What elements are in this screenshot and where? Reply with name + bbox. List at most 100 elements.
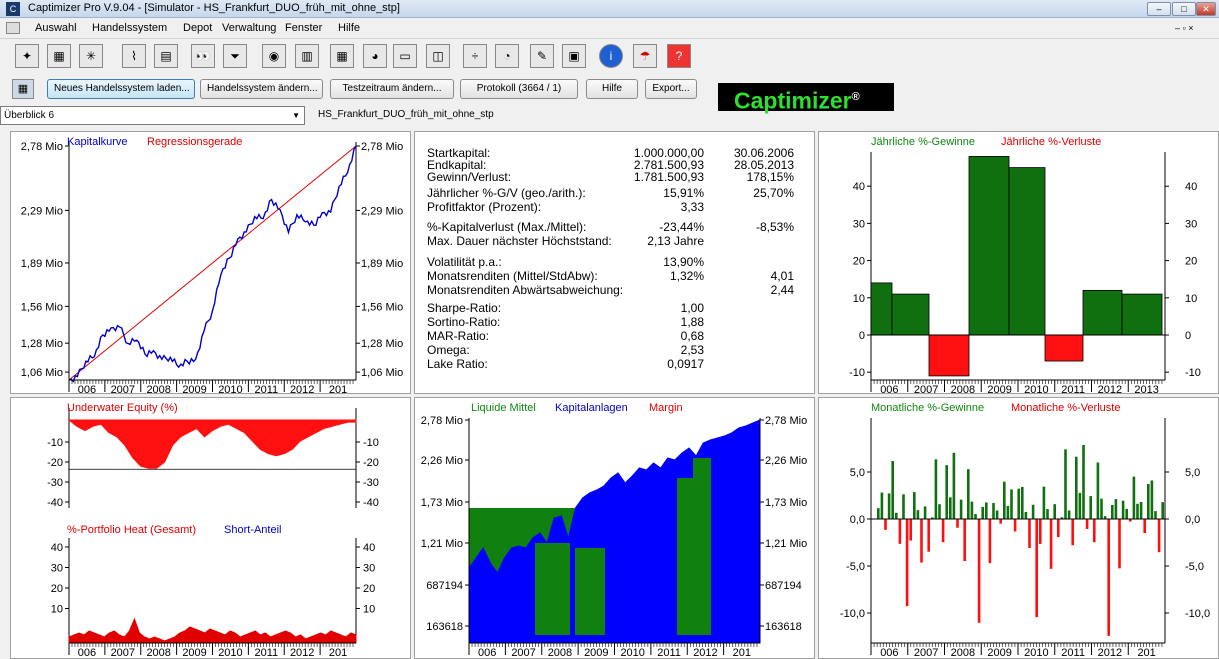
book-icon[interactable]: ◫ (426, 44, 450, 68)
edit-system-button[interactable]: Handelssystem ändern... (200, 79, 323, 99)
loss-bar (999, 519, 1002, 524)
protocol-button[interactable]: Protokoll (3664 / 1) (460, 79, 578, 99)
y-tick-left: 163618 (426, 621, 463, 633)
loss-bar (1057, 519, 1060, 538)
loss-bar (1013, 519, 1017, 532)
loss-bar (884, 519, 887, 530)
change-period-button[interactable]: Testzeitraum ändern... (330, 79, 454, 99)
equity-curve-chart: 2,78 Mio 2,78 Mio 2,29 Mio 2,29 Mio 1,89 Mio… (21, 141, 403, 393)
gain-bar (1024, 511, 1028, 519)
document-icon[interactable] (6, 22, 20, 34)
gain-bar (959, 499, 963, 519)
investments-title: Kapitalanlagen (555, 402, 628, 414)
menu-depot[interactable]: Depot (183, 22, 212, 34)
chart-icon[interactable]: ▤ (154, 44, 178, 68)
info-icon[interactable]: i (599, 44, 623, 68)
cubes-icon[interactable]: ▦ (47, 44, 71, 68)
loss-bar (1157, 519, 1161, 553)
cube-icon[interactable]: ▣ (562, 44, 586, 68)
loss-bar (988, 519, 992, 564)
stat-label: Max. Dauer nächster Höchststand: (427, 234, 612, 248)
underwater-title: Underwater Equity (%) (67, 402, 178, 414)
close-button[interactable]: ✕ (1196, 2, 1216, 16)
stat-value-2: 2,44 (770, 283, 794, 297)
loss-bar (1071, 519, 1074, 546)
depot-icon[interactable]: ◉ (262, 44, 286, 68)
gain-bar (1075, 456, 1078, 519)
liquidity-gap (535, 543, 570, 643)
underwater-panel: -10 -10 -20 -20 -30 -30 -40 -40 40 40 30 30 20 20 10 10… (10, 397, 411, 659)
y-tick-right: 1,28 Mio (361, 338, 403, 350)
line-chart-icon[interactable]: ⌇ (122, 44, 146, 68)
mdi-controls[interactable]: – ▫ × (1175, 23, 1193, 33)
menu-handelssystem[interactable]: Handelssystem (92, 22, 167, 34)
loss-bar (905, 519, 909, 607)
gain-bar (1008, 167, 1046, 336)
menu-bar: Auswahl Handelssystem Depot Verwaltung F… (0, 19, 1219, 39)
loss-bar (963, 519, 966, 562)
y-tick-right: -20 (363, 457, 379, 469)
menu-auswahl[interactable]: Auswahl (35, 22, 77, 34)
regression-line (68, 145, 357, 381)
chevron-down-icon: ▼ (292, 111, 300, 120)
heat-y-tick-left: 20 (51, 583, 63, 595)
pie-icon[interactable]: ◕ (363, 44, 387, 68)
cubes-icon[interactable]: ▦ (12, 79, 34, 99)
load-system-button[interactable]: Neues Handelssystem laden... (47, 79, 195, 99)
menu-hilfe[interactable]: Hilfe (338, 22, 360, 34)
view-select[interactable]: Überblick 6 ▼ (0, 106, 305, 125)
grid-icon[interactable]: ▦ (330, 44, 354, 68)
liquidity-panel: 2,78 Mio 2,78 Mio 2,26 Mio 2,26 Mio 1,73 Mio… (414, 397, 815, 659)
heat-y-tick-left: 40 (51, 542, 63, 554)
stat-label: Sharpe-Ratio: (427, 301, 502, 315)
y-tick-right: -10 (363, 437, 379, 449)
export-button[interactable]: Export... (645, 79, 697, 99)
loss-bar (909, 519, 912, 541)
year-label: 006 (880, 647, 898, 659)
minimize-button[interactable]: – (1147, 2, 1171, 16)
gain-bar (1121, 293, 1163, 336)
gain-bar (1150, 480, 1154, 519)
menu-fenster[interactable]: Fenster (285, 22, 322, 34)
gain-bar (1053, 504, 1056, 519)
heat-y-tick-left: 10 (51, 604, 63, 616)
liquidity-gap (677, 478, 695, 643)
y-tick-right: -10,0 (1185, 608, 1210, 620)
stat-label: %-Kapitalverlust (Max./Mittel): (427, 220, 587, 234)
help-person-icon[interactable]: ☂ (633, 44, 657, 68)
gain-bar (1100, 498, 1103, 519)
pen-icon[interactable]: ✎ (530, 44, 554, 68)
stat-value: 1,00 (680, 301, 704, 315)
gain-bar (1031, 504, 1035, 519)
gv-icon[interactable]: ÷ (463, 44, 487, 68)
gain-bar (1125, 508, 1128, 519)
help-button[interactable]: Hilfe (586, 79, 638, 99)
y-tick-right: 0 (1185, 330, 1191, 342)
star-chart-icon[interactable]: ✳ (79, 44, 103, 68)
dial-icon[interactable]: ◔ (495, 44, 519, 68)
equity-title: Kapitalkurve (67, 136, 128, 148)
stat-label: Volatilität p.a.: (427, 255, 502, 269)
stat-label: Monatsrenditen Abwärtsabweichung: (427, 283, 624, 297)
question-icon[interactable]: ? (667, 44, 691, 68)
eyes-icon[interactable]: 👀 (191, 44, 215, 68)
maximize-button[interactable]: □ (1172, 2, 1196, 16)
funnel-icon[interactable]: ⏷ (223, 44, 247, 68)
year-label: 201 (733, 647, 751, 659)
gain-bar (1161, 502, 1164, 519)
y-tick-left: 1,56 Mio (21, 301, 63, 313)
menu-verwaltung[interactable]: Verwaltung (222, 22, 276, 34)
year-label: 2010 (1024, 384, 1048, 394)
table-icon[interactable]: ▥ (295, 44, 319, 68)
year-label: 006 (880, 384, 898, 394)
base-investments-area (469, 635, 760, 643)
monthly-gains-title: Monatliche %-Gewinne (871, 402, 985, 414)
card-icon[interactable]: ▭ (393, 44, 417, 68)
underwater-area (67, 419, 357, 469)
year-label: 2009 (182, 647, 206, 659)
gain-bar (1114, 499, 1118, 519)
compass-icon[interactable]: ✦ (15, 44, 39, 68)
gain-bar (1139, 501, 1143, 519)
y-tick-left: -40 (47, 497, 63, 509)
gain-bar (891, 293, 930, 336)
